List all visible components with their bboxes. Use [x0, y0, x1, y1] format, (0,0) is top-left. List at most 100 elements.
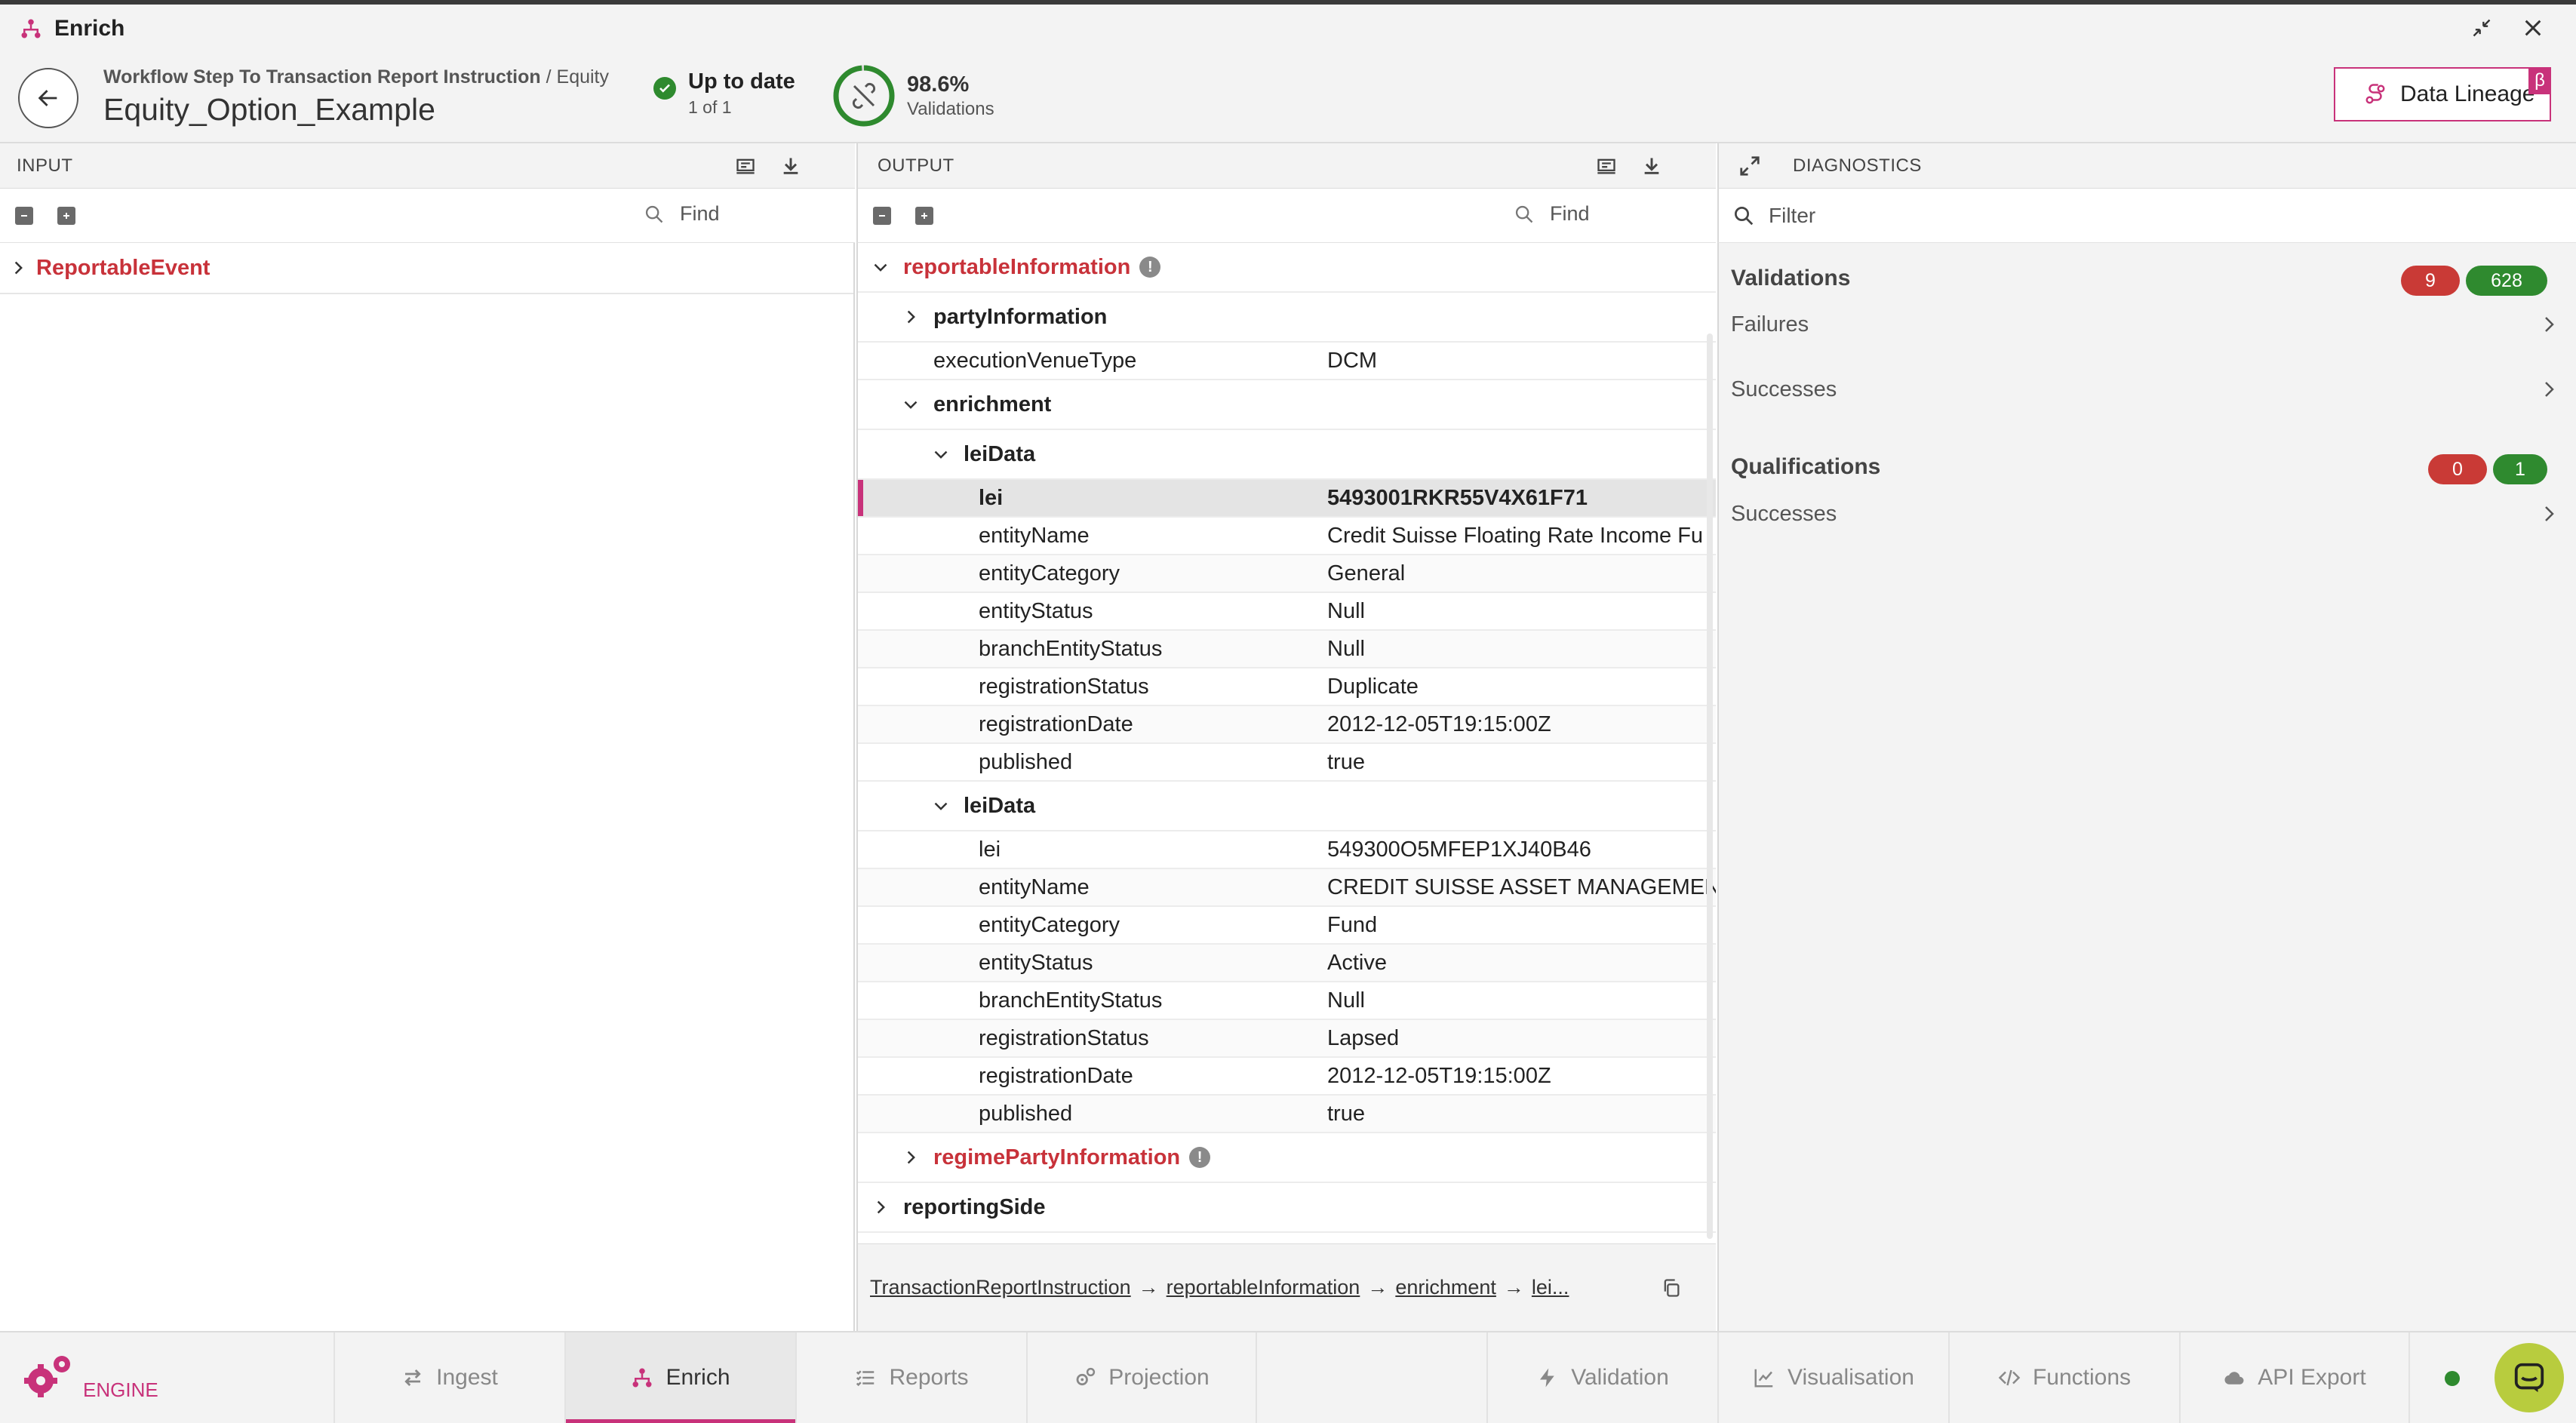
- check-circle-icon: [653, 77, 676, 100]
- field-name: branchEntityStatus: [979, 636, 1163, 661]
- tree-leaf-row[interactable]: registrationStatus Lapsed: [858, 1020, 1716, 1058]
- chat-button[interactable]: [2495, 1343, 2564, 1412]
- field-value: CREDIT SUISSE ASSET MANAGEMEN: [1327, 874, 1716, 899]
- validations-successes-row[interactable]: Successes: [1731, 368, 2564, 410]
- data-lineage-label: Data Lineage: [2400, 81, 2535, 106]
- field-value: Credit Suisse Floating Rate Income Fu: [1327, 523, 1704, 548]
- tree-leaf-row[interactable]: executionVenueType DCM: [858, 343, 1716, 380]
- lineage-icon: [2365, 84, 2385, 104]
- diagnostics-panel-title: DIAGNOSTICS: [1793, 155, 1922, 176]
- validation-summary[interactable]: 98.6% Validations: [832, 63, 994, 128]
- nav-tab-functions[interactable]: Functions: [1948, 1332, 2179, 1423]
- nav-tab-label: Visualisation: [1788, 1365, 1914, 1390]
- nav-tab-label: Reports: [889, 1365, 969, 1390]
- expand-icon[interactable]: [1738, 155, 1763, 179]
- output-download-icon[interactable]: [1640, 155, 1663, 177]
- chevron-right-icon[interactable]: [902, 308, 920, 326]
- tree-leaf-row[interactable]: lei 5493001RKR55V4X61F71: [858, 480, 1716, 518]
- connection-status-dot: [2445, 1371, 2460, 1386]
- nav-tab-reports[interactable]: Reports: [795, 1332, 1026, 1423]
- tree-leaf-row[interactable]: registrationDate 2012-12-05T19:15:00Z: [858, 1058, 1716, 1096]
- chat-icon: [2514, 1363, 2544, 1393]
- copy-path-icon[interactable]: [1658, 1275, 1684, 1301]
- tree-leaf-row[interactable]: registrationDate 2012-12-05T19:15:00Z: [858, 706, 1716, 744]
- nav-tab-visualisation[interactable]: Visualisation: [1717, 1332, 1948, 1423]
- path-arrow: →: [1138, 1276, 1159, 1299]
- chevron-down-icon[interactable]: [932, 445, 950, 463]
- collapse-all-button[interactable]: [873, 206, 891, 225]
- tree-node[interactable]: reportableInformation!: [858, 243, 1716, 293]
- chevron-right-icon[interactable]: [871, 1198, 890, 1216]
- field-name: entityName: [979, 523, 1090, 548]
- field-name: enrichment: [933, 392, 1052, 416]
- chevron-right-icon: [2545, 506, 2554, 521]
- field-name: reportableInformation: [903, 254, 1131, 279]
- data-lineage-button[interactable]: Data Lineage β: [2334, 67, 2551, 121]
- path-segment[interactable]: enrichment: [1395, 1276, 1496, 1299]
- input-tree: ReportableEvent: [0, 243, 855, 1331]
- validations-failures-row[interactable]: Failures: [1731, 303, 2564, 346]
- nav-tab-projection[interactable]: Projection: [1026, 1332, 1257, 1423]
- close-icon[interactable]: [2520, 15, 2546, 41]
- tree-leaf-row[interactable]: published true: [858, 1096, 1716, 1133]
- output-find-field[interactable]: [1550, 202, 1663, 226]
- back-button[interactable]: [18, 68, 78, 128]
- row-label: Successes: [1731, 501, 1837, 526]
- breadcrumb-workflow[interactable]: Workflow Step To Transaction Report Inst…: [103, 66, 541, 88]
- path-segment[interactable]: TransactionReportInstruction: [870, 1276, 1131, 1299]
- input-preview-icon[interactable]: [734, 155, 757, 177]
- expand-all-button[interactable]: [915, 206, 933, 225]
- tree-node[interactable]: leiData: [858, 782, 1716, 831]
- tree-node[interactable]: partyInformation: [858, 293, 1716, 343]
- tree-leaf-row[interactable]: entityStatus Active: [858, 945, 1716, 982]
- tree-leaf-row[interactable]: published true: [858, 744, 1716, 782]
- nav-tab-ingest[interactable]: Ingest: [334, 1332, 564, 1423]
- collapse-all-button[interactable]: [15, 206, 33, 225]
- tree-leaf-row[interactable]: lei 549300O5MFEP1XJ40B46: [858, 831, 1716, 869]
- diagnostics-filter-field[interactable]: [1769, 203, 2448, 228]
- tree-node[interactable]: enrichment: [858, 380, 1716, 430]
- nav-tab-enrich[interactable]: Enrich: [564, 1332, 795, 1423]
- tree-node[interactable]: leiData: [858, 430, 1716, 480]
- row-label: Failures: [1731, 312, 1809, 337]
- tree-leaf-row[interactable]: branchEntityStatus Null: [858, 631, 1716, 668]
- bolt-icon: [1536, 1366, 1559, 1389]
- cloud-icon: [2223, 1366, 2246, 1389]
- tree-node[interactable]: reportingSide: [858, 1183, 1716, 1233]
- field-name: entityStatus: [979, 950, 1093, 975]
- hierarchy-icon: [631, 1366, 653, 1389]
- qualifications-successes-row[interactable]: Successes: [1731, 493, 2564, 535]
- path-segment[interactable]: reportableInformation: [1167, 1276, 1360, 1299]
- tree-leaf-row[interactable]: branchEntityStatus Null: [858, 982, 1716, 1020]
- tree-leaf-row[interactable]: registrationStatus Duplicate: [858, 668, 1716, 706]
- tree-leaf-row[interactable]: entityName Credit Suisse Floating Rate In…: [858, 518, 1716, 555]
- tree-node-reportable-event[interactable]: ReportableEvent: [0, 243, 853, 294]
- gears-icon: [1074, 1366, 1096, 1389]
- chevron-down-icon[interactable]: [871, 258, 890, 276]
- tree-node[interactable]: regimePartyInformation!: [858, 1133, 1716, 1183]
- tree-leaf-row[interactable]: entityName CREDIT SUISSE ASSET MANAGEMEN: [858, 869, 1716, 907]
- bottom-navigation: ENGINE Ingest Enrich Reports Projection …: [0, 1331, 2576, 1423]
- output-preview-icon[interactable]: [1595, 155, 1618, 177]
- expand-all-button[interactable]: [57, 206, 75, 225]
- nav-tab-api-export[interactable]: API Export: [2179, 1332, 2410, 1423]
- breadcrumb-category[interactable]: Equity: [557, 66, 609, 88]
- input-download-icon[interactable]: [779, 155, 802, 177]
- tree-leaf-row[interactable]: entityCategory General: [858, 555, 1716, 593]
- minimize-icon[interactable]: [2469, 15, 2495, 41]
- breadcrumb: Workflow Step To Transaction Report Inst…: [103, 66, 609, 88]
- field-name: registrationDate: [979, 712, 1133, 736]
- chevron-down-icon[interactable]: [902, 395, 920, 413]
- path-arrow: →: [1367, 1276, 1388, 1299]
- chevron-down-icon[interactable]: [932, 797, 950, 815]
- tree-leaf-row[interactable]: entityCategory Fund: [858, 907, 1716, 945]
- chevron-right-icon[interactable]: [902, 1148, 920, 1166]
- engine-logo: ENGINE: [20, 1352, 158, 1402]
- path-segment[interactable]: lei...: [1532, 1276, 1569, 1299]
- unlink-icon: [852, 82, 876, 109]
- input-find-field[interactable]: [680, 202, 793, 226]
- beta-badge: β: [2528, 67, 2551, 94]
- tree-leaf-row[interactable]: entityStatus Null: [858, 593, 1716, 631]
- nav-tab-validation[interactable]: Validation: [1486, 1332, 1717, 1423]
- output-scrollbar[interactable]: [1707, 333, 1713, 1239]
